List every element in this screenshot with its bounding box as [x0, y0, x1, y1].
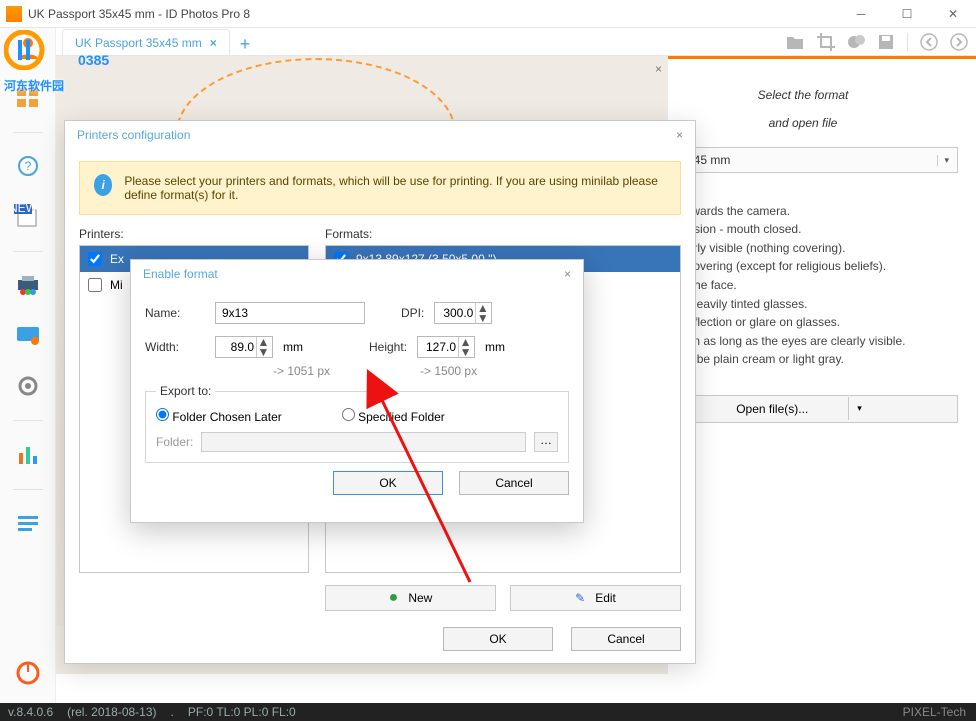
top-toolbar	[785, 28, 968, 56]
width-unit: mm	[283, 340, 303, 354]
nav-prev-icon[interactable]	[920, 33, 938, 51]
radio-specified[interactable]: Specified Folder	[342, 408, 445, 424]
folder-input	[201, 432, 526, 452]
new-format-button[interactable]: ●New	[325, 585, 496, 611]
export-group: Export to: Folder Chosen Later Specified…	[145, 384, 569, 463]
ok-button[interactable]: OK	[333, 471, 443, 495]
document-tabstrip: UK Passport 35x45 mm × +	[56, 28, 976, 56]
height-label: Height:	[369, 340, 407, 354]
add-tab-button[interactable]: +	[230, 34, 261, 55]
name-input[interactable]	[215, 302, 365, 324]
status-brand: PIXEL-Tech	[903, 705, 966, 719]
document-tab[interactable]: UK Passport 35x45 mm ×	[62, 29, 230, 55]
info-banner: i Please select your printers and format…	[79, 161, 681, 215]
rail-printer-icon[interactable]	[12, 270, 44, 302]
height-spinner[interactable]: ▲▼	[417, 336, 475, 358]
rail-chat-icon[interactable]: ?	[12, 151, 44, 183]
dialog-titlebar: Printers configuration ×	[65, 121, 695, 149]
printers-heading: Printers:	[79, 227, 309, 241]
accent-rule	[630, 56, 976, 59]
plus-icon: ●	[389, 589, 399, 607]
window-title: UK Passport 35x45 mm - ID Photos Pro 8	[28, 7, 250, 21]
printer-checkbox[interactable]	[88, 252, 102, 266]
height-px: -> 1500 px	[420, 364, 477, 378]
info-text: Please select your printers and formats,…	[124, 174, 666, 202]
close-icon[interactable]: ×	[564, 267, 571, 281]
tool-blob-icon[interactable]	[847, 33, 865, 51]
svg-text:?: ?	[24, 159, 31, 173]
width-label: Width:	[145, 340, 205, 354]
status-counters: PF:0 TL:0 PL:0 FL:0	[188, 705, 296, 719]
rail-person-icon[interactable]	[12, 32, 44, 64]
rail-monitor-icon[interactable]	[12, 320, 44, 352]
open-files-label: Open file(s)...	[736, 402, 808, 416]
edit-format-button[interactable]: ✎Edit	[510, 585, 681, 611]
rail-power-icon[interactable]	[12, 657, 44, 689]
radio-later[interactable]: Folder Chosen Later	[156, 408, 282, 424]
export-legend: Export to:	[156, 384, 215, 398]
rail-grid-icon[interactable]	[12, 82, 44, 114]
pencil-icon: ✎	[575, 591, 585, 605]
close-button[interactable]: ✕	[930, 0, 976, 28]
document-tab-label: UK Passport 35x45 mm	[75, 36, 202, 50]
dpi-label: DPI:	[401, 306, 424, 320]
chevron-down-icon[interactable]: ▾	[848, 397, 870, 420]
status-bar: v.8.4.0.6 (rel. 2018-08-13) . PF:0 TL:0 …	[0, 703, 976, 721]
enable-format-dialog: Enable format × Name: DPI: ▲▼ Width: ▲▼ …	[130, 259, 584, 523]
dialog-titlebar: Enable format ×	[131, 260, 583, 288]
ok-button[interactable]: OK	[443, 627, 553, 651]
chevron-down-icon: ▾	[937, 155, 949, 166]
folder-label: Folder:	[156, 435, 193, 449]
height-unit: mm	[485, 340, 505, 354]
dpi-spinner[interactable]: ▲▼	[434, 302, 492, 324]
nav-next-icon[interactable]	[950, 33, 968, 51]
svg-text:NEW: NEW	[14, 204, 38, 215]
cancel-button[interactable]: Cancel	[459, 471, 569, 495]
titlebar: UK Passport 35x45 mm - ID Photos Pro 8 ─…	[0, 0, 976, 28]
tool-open-icon[interactable]	[785, 33, 805, 51]
status-release: (rel. 2018-08-13)	[67, 705, 156, 719]
app-icon	[6, 6, 22, 22]
info-icon: i	[94, 174, 112, 196]
maximize-button[interactable]: ☐	[884, 0, 930, 28]
left-rail: ? NEW	[0, 28, 56, 703]
dialog-title: Printers configuration	[77, 128, 190, 142]
rail-settings-icon[interactable]	[12, 370, 44, 402]
tool-save-icon[interactable]	[877, 33, 895, 51]
printer-checkbox[interactable]	[88, 278, 102, 292]
formats-heading: Formats:	[325, 227, 681, 241]
tool-crop-icon[interactable]	[817, 33, 835, 51]
dialog-title: Enable format	[143, 267, 218, 281]
rail-stats-icon[interactable]	[12, 439, 44, 471]
rail-new-icon[interactable]: NEW	[12, 201, 44, 233]
name-label: Name:	[145, 306, 205, 320]
browse-button[interactable]: …	[534, 432, 558, 452]
status-version: v.8.4.0.6	[8, 705, 53, 719]
rail-list-icon[interactable]	[12, 508, 44, 540]
cancel-button[interactable]: Cancel	[571, 627, 681, 651]
minimize-button[interactable]: ─	[838, 0, 884, 28]
document-tab-close-icon[interactable]: ×	[210, 36, 217, 50]
width-spinner[interactable]: ▲▼	[215, 336, 273, 358]
width-px: -> 1051 px	[273, 364, 330, 378]
close-icon[interactable]: ×	[676, 128, 683, 142]
